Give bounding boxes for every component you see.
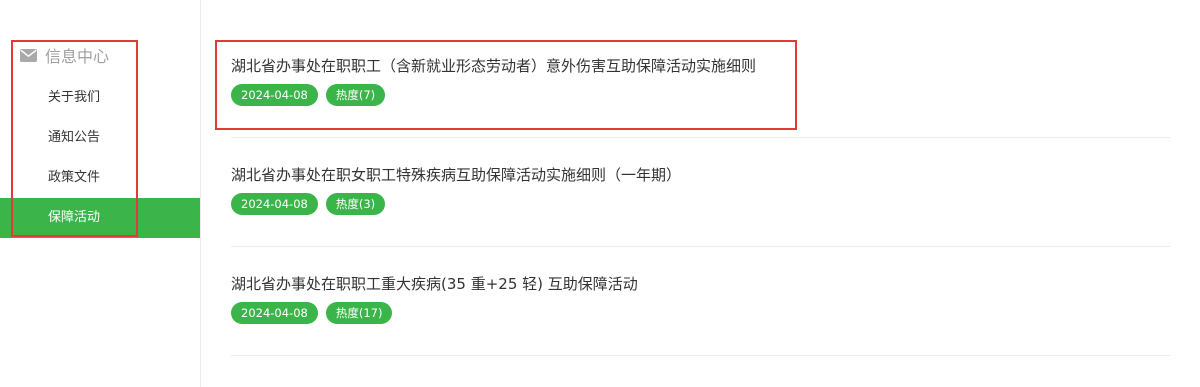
heat-badge: 热度(3)	[325, 193, 386, 215]
sidebar: 信息中心 关于我们 通知公告 政策文件 保障活动	[0, 0, 201, 387]
envelope-icon	[20, 48, 37, 62]
article-tags: 2024-04-08 热度(3)	[231, 193, 1170, 215]
article-title[interactable]: 湖北省办事处在职职工重大疾病(35 重+25 轻) 互助保障活动	[231, 273, 1170, 295]
sidebar-item-about-us[interactable]: 关于我们	[0, 78, 200, 118]
divider	[231, 137, 1170, 138]
article-title[interactable]: 湖北省办事处在职职工（含新就业形态劳动者）意外伤害互助保障活动实施细则	[231, 55, 1170, 77]
article-tags: 2024-04-08 热度(7)	[231, 84, 1170, 106]
date-badge: 2024-04-08	[231, 193, 318, 215]
article-tags: 2024-04-08 热度(17)	[231, 302, 1170, 324]
sidebar-header-label: 信息中心	[45, 47, 110, 66]
list-item: 湖北省办事处在职职工（含新就业形态劳动者）意外伤害互助保障活动实施细则 2024…	[231, 55, 1170, 106]
divider	[231, 355, 1170, 356]
sidebar-item-security-activities[interactable]: 保障活动	[0, 198, 200, 238]
page: 信息中心 关于我们 通知公告 政策文件 保障活动 湖北省办事处在职职工（含新就业…	[0, 0, 1200, 387]
sidebar-item-policy-documents[interactable]: 政策文件	[0, 158, 200, 198]
divider	[231, 246, 1170, 247]
heat-badge: 热度(17)	[325, 302, 393, 324]
sidebar-item-notices[interactable]: 通知公告	[0, 118, 200, 158]
date-badge: 2024-04-08	[231, 84, 318, 106]
list-item: 湖北省办事处在职女职工特殊疾病互助保障活动实施细则（一年期） 2024-04-0…	[231, 164, 1170, 215]
article-title[interactable]: 湖北省办事处在职女职工特殊疾病互助保障活动实施细则（一年期）	[231, 164, 1170, 186]
sidebar-header: 信息中心	[20, 42, 109, 68]
sidebar-menu: 关于我们 通知公告 政策文件 保障活动	[0, 78, 200, 238]
heat-badge: 热度(7)	[325, 84, 386, 106]
date-badge: 2024-04-08	[231, 302, 318, 324]
list-item: 湖北省办事处在职职工重大疾病(35 重+25 轻) 互助保障活动 2024-04…	[231, 273, 1170, 324]
